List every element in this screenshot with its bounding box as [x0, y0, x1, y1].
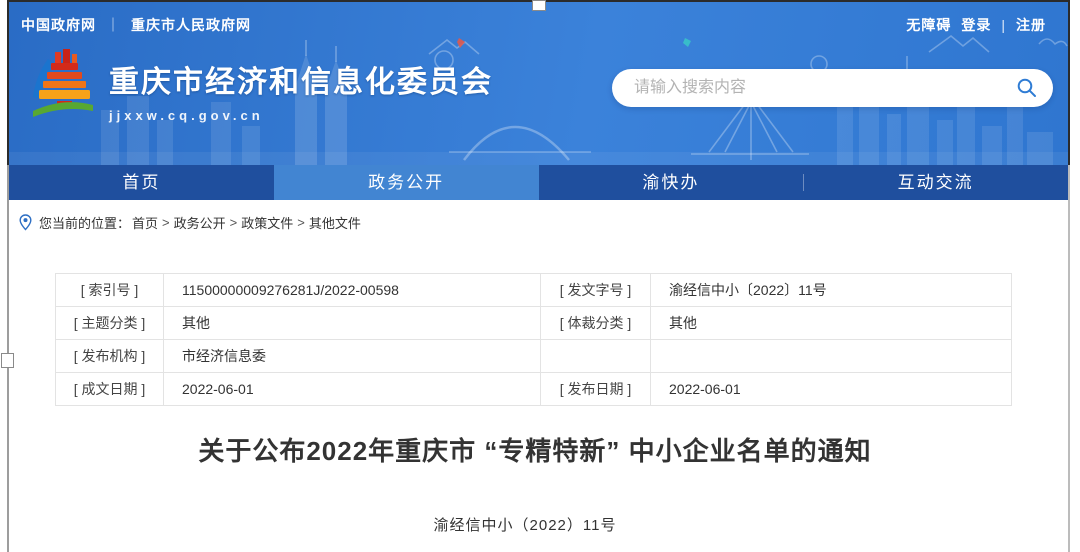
document-meta-table: [ 索引号 ] 11500000009276281J/2022-00598 [ …	[55, 273, 1012, 406]
top-links-bar: 中国政府网 ｜ 重庆市人民政府网 无障碍 登录 | 注册	[21, 15, 1046, 35]
search-icon[interactable]	[1016, 77, 1038, 99]
breadcrumb-prefix: 您当前的位置：	[39, 213, 130, 232]
brand-text: 重庆市经济和信息化委员会 jjxxw.cq.gov.cn	[109, 57, 493, 123]
breadcrumb-item-gov-affairs[interactable]: 政务公开	[174, 213, 226, 232]
gov-links: 中国政府网 ｜ 重庆市人民政府网	[21, 15, 251, 35]
nav-item-interaction[interactable]: 互动交流	[803, 165, 1068, 200]
meta-value-empty	[651, 340, 1012, 373]
account-links-separator: |	[1001, 17, 1006, 33]
meta-label-doc-symbol: [ 发文字号 ]	[541, 274, 651, 307]
meta-value-written-date: 2022-06-01	[164, 373, 541, 406]
breadcrumb-item-home[interactable]: 首页	[132, 213, 158, 232]
meta-value-index-number: 11500000009276281J/2022-00598	[164, 274, 541, 307]
breadcrumb-item-other-files[interactable]: 其他文件	[309, 213, 361, 232]
breadcrumb-item-policy-files[interactable]: 政策文件	[241, 213, 293, 232]
meta-label-topic-category: [ 主题分类 ]	[56, 307, 164, 340]
meta-value-topic-category: 其他	[164, 307, 541, 340]
meta-label-publish-date: [ 发布日期 ]	[541, 373, 651, 406]
top-links-separator: ｜	[106, 15, 121, 35]
screenshot-border-right	[1068, 0, 1070, 552]
kite-decoration-icon	[457, 38, 691, 48]
site-name: 重庆市经济和信息化委员会	[109, 57, 493, 101]
meta-value-issuing-agency: 市经济信息委	[164, 340, 541, 373]
link-accessibility[interactable]: 无障碍	[906, 15, 951, 35]
breadcrumb: 您当前的位置： 首页 > 政务公开 > 政策文件 > 其他文件	[10, 201, 1068, 244]
link-register[interactable]: 注册	[1016, 15, 1046, 35]
screenshot-border-left	[7, 0, 9, 552]
article-doc-number: 渝经信中小（2022）11号	[0, 514, 1050, 535]
breadcrumb-separator: >	[230, 215, 238, 230]
link-chongqing-gov[interactable]: 重庆市人民政府网	[131, 15, 251, 35]
breadcrumb-separator: >	[162, 215, 170, 230]
location-pin-icon	[19, 214, 32, 231]
meta-label-index-number: [ 索引号 ]	[56, 274, 164, 307]
page: 中国政府网 ｜ 重庆市人民政府网 无障碍 登录 | 注册	[0, 0, 1080, 552]
image-resize-handle-left[interactable]	[1, 353, 14, 368]
site-url: jjxxw.cq.gov.cn	[109, 108, 493, 123]
meta-label-empty	[541, 340, 651, 373]
article-title: 关于公布2022年重庆市 “专精特新” 中小企业名单的通知	[30, 431, 1040, 468]
meta-label-issuing-agency: [ 发布机构 ]	[56, 340, 164, 373]
link-login[interactable]: 登录	[961, 15, 991, 35]
meta-label-genre-category: [ 体裁分类 ]	[541, 307, 651, 340]
meta-value-genre-category: 其他	[651, 307, 1012, 340]
site-header: 中国政府网 ｜ 重庆市人民政府网 无障碍 登录 | 注册	[9, 2, 1068, 165]
link-china-gov[interactable]: 中国政府网	[21, 15, 96, 35]
account-links: 无障碍 登录 | 注册	[906, 15, 1046, 35]
main-nav: 首页 政务公开 渝快办 互动交流	[9, 165, 1068, 200]
nav-item-home[interactable]: 首页	[9, 165, 274, 200]
emblem-building-icon	[31, 49, 95, 125]
image-resize-handle-top[interactable]	[532, 0, 546, 11]
breadcrumb-separator: >	[297, 215, 305, 230]
site-logo[interactable]: 重庆市经济和信息化委员会 jjxxw.cq.gov.cn	[31, 49, 493, 125]
search-input[interactable]	[632, 78, 1016, 98]
nav-item-gov-affairs[interactable]: 政务公开	[274, 165, 539, 200]
meta-value-doc-symbol: 渝经信中小〔2022〕11号	[651, 274, 1012, 307]
meta-value-publish-date: 2022-06-01	[651, 373, 1012, 406]
meta-label-written-date: [ 成文日期 ]	[56, 373, 164, 406]
nav-item-yukuaiban[interactable]: 渝快办	[539, 165, 804, 200]
search-box	[612, 69, 1053, 107]
